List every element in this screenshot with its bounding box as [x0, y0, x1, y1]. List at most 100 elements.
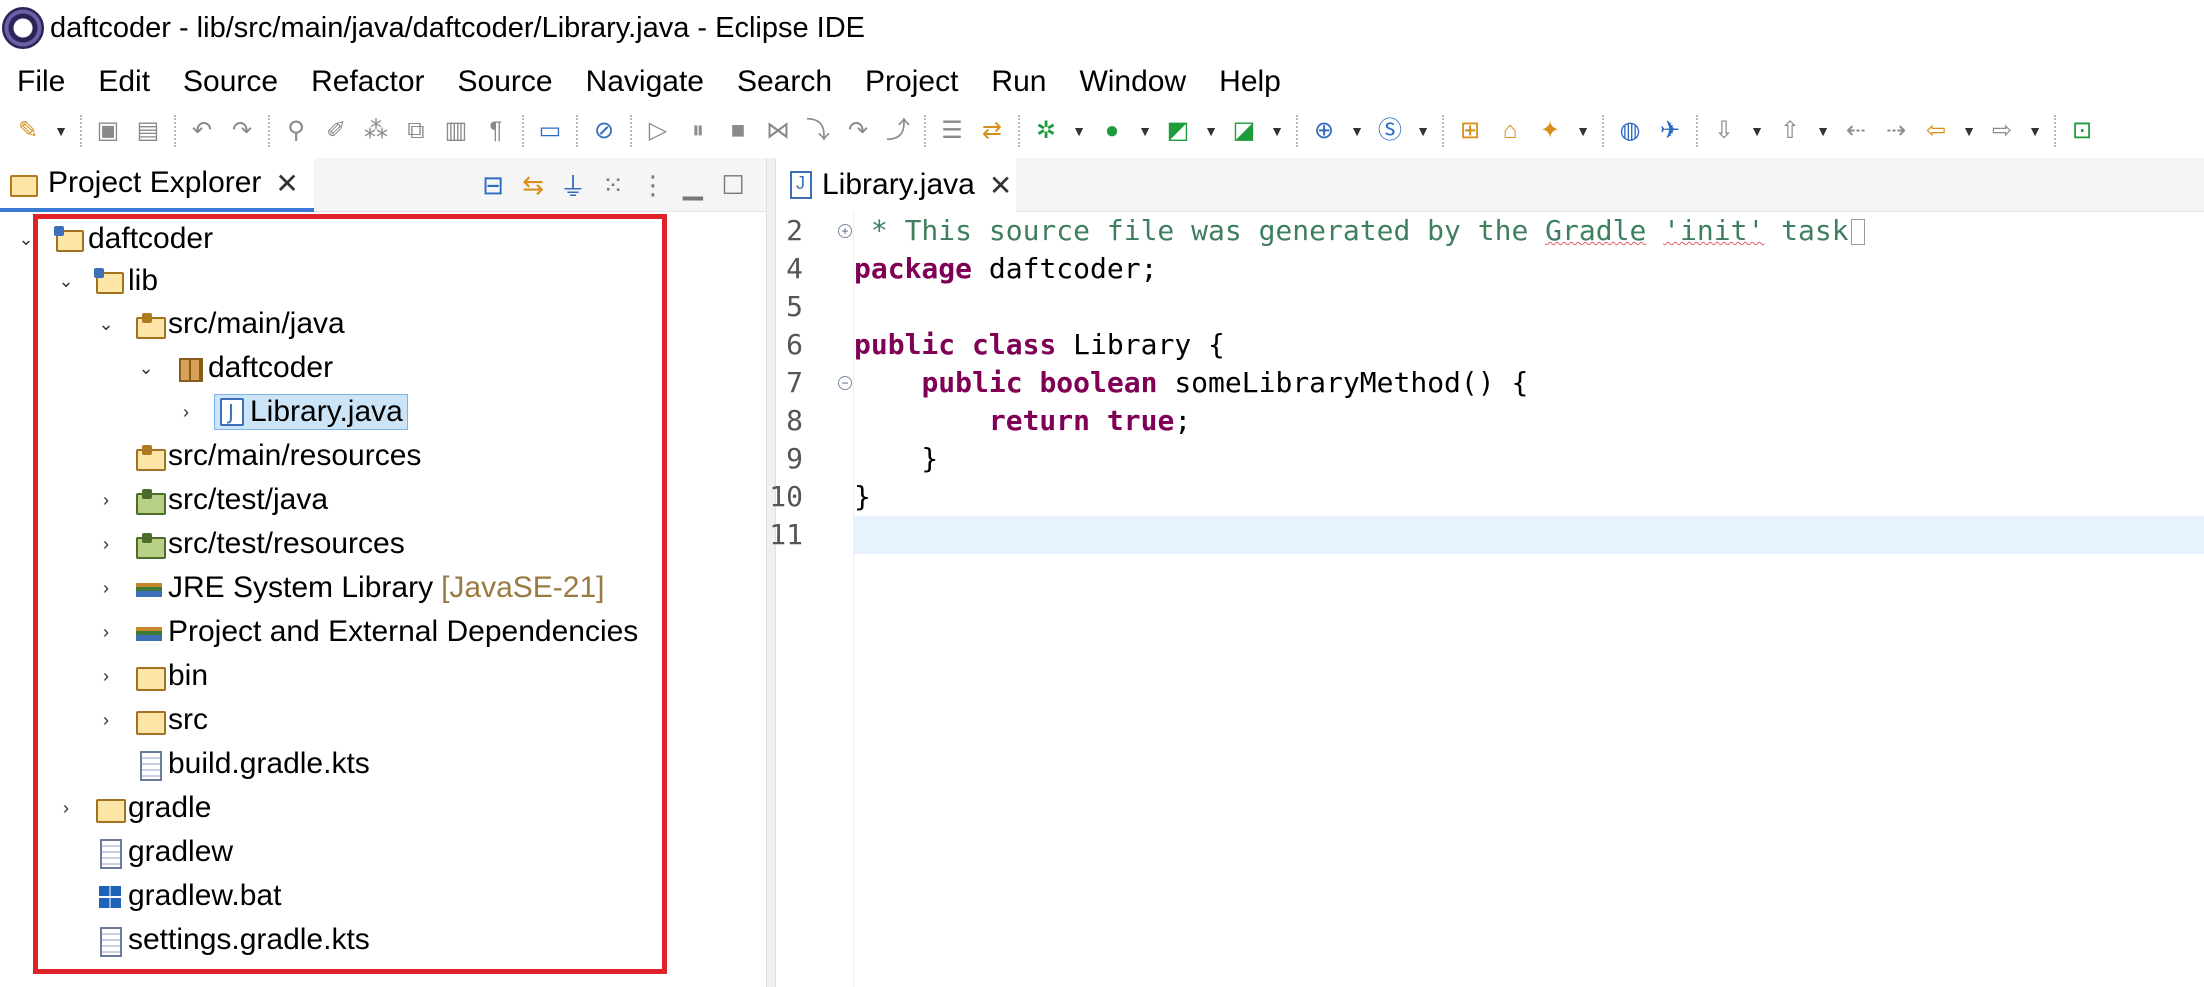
previous-annotation-dropdown-icon[interactable]: ▼	[1816, 116, 1830, 146]
menu-search[interactable]: Search	[720, 65, 848, 99]
collapse-fold-icon[interactable]: −	[838, 376, 852, 390]
tree-item-package-daftcoder[interactable]: ⌄ daftcoder	[134, 348, 333, 388]
menu-window[interactable]: Window	[1062, 65, 1202, 99]
menu-help[interactable]: Help	[1202, 65, 1297, 99]
redo-icon[interactable]: ↷	[227, 116, 257, 146]
focus-icon[interactable]: ⁙	[598, 170, 628, 200]
next-annotation-icon[interactable]: ⇩	[1709, 116, 1739, 146]
folded-region-marker[interactable]	[1850, 219, 1865, 245]
terminate-icon[interactable]: ■	[723, 116, 753, 146]
step-into-icon[interactable]: ⤵	[803, 116, 833, 146]
forward-dropdown-icon[interactable]: ▼	[2028, 116, 2042, 146]
back-icon[interactable]: ⇦	[1921, 116, 1951, 146]
document-icon[interactable]: ▥	[441, 116, 471, 146]
chevron-right-icon[interactable]: ›	[94, 532, 118, 556]
tree-item-lib[interactable]: ⌄ lib	[54, 261, 158, 301]
save-icon[interactable]: ▣	[93, 116, 123, 146]
filter-icon[interactable]: ⏚	[558, 170, 588, 202]
undo-icon[interactable]: ↶	[187, 116, 217, 146]
menu-source-2[interactable]: Source	[441, 65, 569, 99]
run-dropdown-icon[interactable]: ▼	[1138, 116, 1152, 146]
pen-icon[interactable]: ✐	[321, 116, 351, 146]
menu-project[interactable]: Project	[848, 65, 974, 99]
skip-breakpoints-icon[interactable]: ⊘	[589, 116, 619, 146]
new-icon[interactable]: ✎	[13, 116, 43, 146]
chevron-down-icon[interactable]: ⌄	[14, 227, 38, 251]
menu-file[interactable]: File	[0, 65, 81, 99]
search-dropdown-icon[interactable]: ▼	[1576, 116, 1590, 146]
menu-edit[interactable]: Edit	[81, 65, 166, 99]
last-edit-location-icon[interactable]: ⇠	[1841, 116, 1871, 146]
tree-item-gradlew-bat[interactable]: gradlew.bat	[54, 876, 281, 916]
tree-item-gradle[interactable]: › gradle	[54, 788, 211, 828]
open-perspective-icon[interactable]: ⊡	[2067, 116, 2097, 146]
tree-item-src-test-resources[interactable]: › src/test/resources	[94, 524, 405, 564]
tree-item-jre-system-library[interactable]: › JRE System Library [JavaSE-21]	[94, 568, 605, 608]
step-icon[interactable]: ⁂	[361, 116, 391, 146]
menu-navigate[interactable]: Navigate	[569, 65, 720, 99]
tree-item-src[interactable]: › src	[94, 700, 208, 740]
monitor-icon[interactable]: ▭	[535, 116, 565, 146]
chevron-down-icon[interactable]: ⌄	[134, 356, 158, 380]
chevron-down-icon[interactable]: ⌄	[94, 312, 118, 336]
new-java-project-dropdown-icon[interactable]: ▼	[1350, 116, 1364, 146]
step-return-icon[interactable]: ⤴	[883, 116, 913, 146]
chevron-right-icon[interactable]: ›	[94, 576, 118, 600]
tab-library-java[interactable]: Library.java ✕	[776, 158, 1016, 212]
debug-filter-icon[interactable]: ⚲	[281, 116, 311, 146]
view-menu-icon[interactable]: ⋮	[638, 170, 668, 200]
chevron-right-icon[interactable]: ›	[94, 488, 118, 512]
new-java-project-icon[interactable]: ⊕	[1309, 116, 1339, 146]
run-server-icon[interactable]: ✈	[1655, 116, 1685, 146]
tree-item-gradlew[interactable]: gradlew	[54, 832, 233, 872]
tree-item-project-dependencies[interactable]: › Project and External Dependencies	[94, 612, 638, 652]
next-annotation-dropdown-icon[interactable]: ▼	[1750, 116, 1764, 146]
disconnect-icon[interactable]: ⋈	[763, 116, 793, 146]
resume-icon[interactable]: ▷	[643, 116, 673, 146]
chevron-right-icon[interactable]: ›	[54, 796, 78, 820]
close-icon[interactable]: ✕	[275, 167, 298, 200]
chevron-right-icon[interactable]: ›	[174, 400, 198, 424]
new-java-class-icon[interactable]: Ⓢ	[1375, 116, 1405, 146]
close-icon[interactable]: ✕	[989, 169, 1012, 202]
chevron-right-icon[interactable]: ›	[94, 664, 118, 688]
new-dropdown-icon[interactable]: ▼	[54, 116, 68, 146]
tree-item-src-main-java[interactable]: ⌄ src/main/java	[94, 304, 344, 344]
tree-item-daftcoder[interactable]: ⌄ daftcoder	[14, 219, 213, 259]
run-icon[interactable]: ●	[1097, 116, 1127, 146]
compare-icon[interactable]: ⧉	[401, 116, 431, 146]
save-all-icon[interactable]: ▤	[133, 116, 163, 146]
menu-source[interactable]: Source	[166, 65, 294, 99]
menu-refactor[interactable]: Refactor	[294, 65, 440, 99]
open-type-icon[interactable]: ⊞	[1455, 116, 1485, 146]
tree-item-bin[interactable]: › bin	[94, 656, 208, 696]
last-edit-forward-icon[interactable]: ⇢	[1881, 116, 1911, 146]
step-over-icon[interactable]: ↷	[843, 116, 873, 146]
tree-item-library-java[interactable]: › Library.java	[174, 392, 408, 432]
open-folder-icon[interactable]: ⌂	[1495, 116, 1525, 146]
chevron-right-icon[interactable]: ›	[94, 620, 118, 644]
pilcrow-icon[interactable]: ¶	[481, 116, 511, 146]
forward-icon[interactable]: ⇨	[1987, 116, 2017, 146]
tab-project-explorer[interactable]: Project Explorer ✕	[0, 158, 314, 212]
link-with-editor-icon[interactable]: ⇆	[518, 170, 548, 200]
new-java-class-dropdown-icon[interactable]: ▼	[1416, 116, 1430, 146]
back-dropdown-icon[interactable]: ▼	[1962, 116, 1976, 146]
tree-item-build-gradle-kts[interactable]: build.gradle.kts	[94, 744, 370, 784]
coverage-dropdown-icon[interactable]: ▼	[1204, 116, 1218, 146]
tree-item-settings-gradle-kts[interactable]: settings.gradle.kts	[54, 920, 370, 960]
collapse-all-icon[interactable]: ⊟	[478, 170, 508, 200]
search-flashlight-icon[interactable]: ✦	[1535, 116, 1565, 146]
chevron-right-icon[interactable]: ›	[94, 708, 118, 732]
tree-item-src-main-resources[interactable]: src/main/resources	[94, 436, 421, 476]
menu-run[interactable]: Run	[974, 65, 1062, 99]
external-tools-dropdown-icon[interactable]: ▼	[1270, 116, 1284, 146]
minimize-icon[interactable]: ▁	[678, 170, 708, 200]
globe-icon[interactable]: ◍	[1615, 116, 1645, 146]
coverage-icon[interactable]: ◩	[1163, 116, 1193, 146]
expand-fold-icon[interactable]: +	[838, 224, 852, 238]
maximize-icon[interactable]: ☐	[718, 170, 748, 200]
tree-item-src-test-java[interactable]: › src/test/java	[94, 480, 328, 520]
debug-dropdown-icon[interactable]: ▼	[1072, 116, 1086, 146]
chevron-down-icon[interactable]: ⌄	[54, 269, 78, 293]
